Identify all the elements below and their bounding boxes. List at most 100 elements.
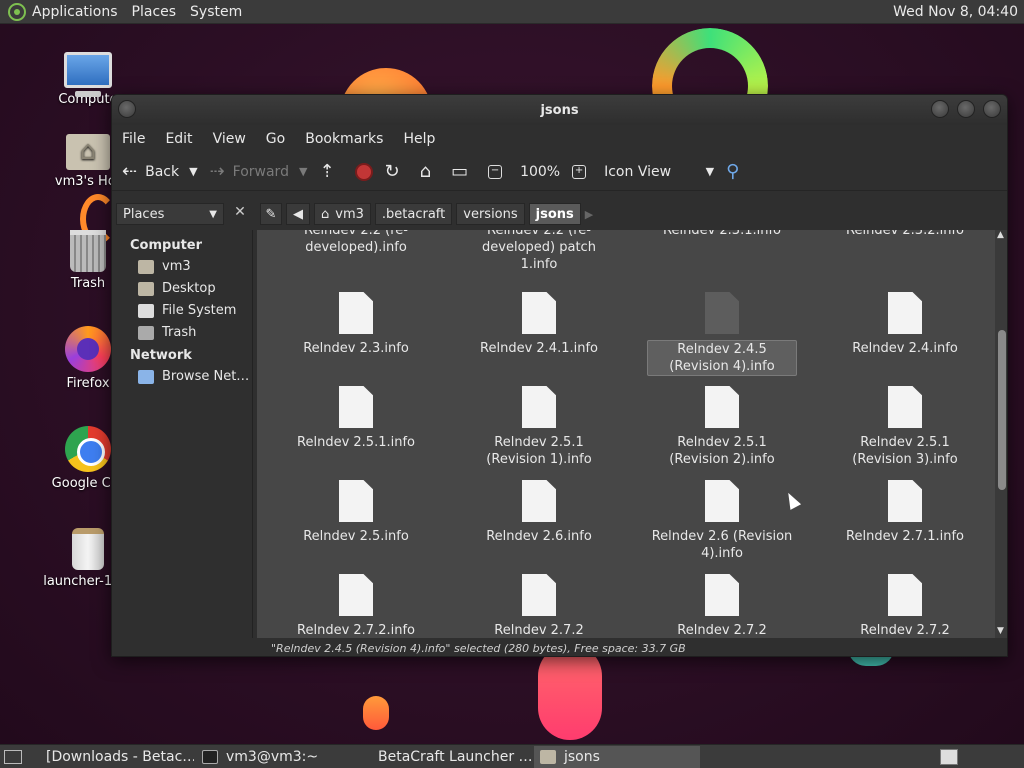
- close-side-pane-icon[interactable]: ✕: [230, 204, 250, 224]
- breadcrumb-vm3[interactable]: ⌂ vm3: [314, 203, 371, 225]
- file-label: Relndev 2.7.2.info: [297, 623, 415, 638]
- sidebar-item-vm3[interactable]: vm3: [112, 256, 252, 278]
- computer-icon: [64, 52, 112, 97]
- sidebar-heading-computer: Computer: [130, 238, 203, 253]
- stop-button[interactable]: [354, 162, 373, 181]
- panel-clock[interactable]: Wed Nov 8, 04:40: [893, 4, 1018, 20]
- file-manager-window: jsons File Edit View Go Bookmarks Help ⇠…: [111, 94, 1008, 657]
- back-history-dropdown-icon[interactable]: ▼: [189, 165, 197, 178]
- toolbar: ⇠ Back ▼ ⇢ Forward ▼ ⇡ ↻ ⌂ ▭ − 100% + Ic…: [112, 153, 1007, 191]
- file-item[interactable]: Relndev 2.2 (re-developed) patch 1.info: [464, 230, 614, 273]
- task-label: BetaCraft Launcher …: [378, 748, 532, 765]
- sidebar-item-desktop[interactable]: Desktop: [112, 278, 252, 300]
- task-terminal[interactable]: vm3@vm3:~: [196, 746, 362, 768]
- minimize-button[interactable]: [931, 100, 949, 118]
- reload-button[interactable]: ↻: [385, 161, 408, 182]
- file-label: Relndev 2.5.1 (Revision 2).info: [669, 435, 775, 467]
- home-button[interactable]: ⌂: [420, 161, 439, 182]
- file-item[interactable]: Relndev 2.7.1.info: [830, 480, 980, 545]
- breadcrumb-betacraft[interactable]: .betacraft: [374, 203, 453, 225]
- sidebar-item-trash[interactable]: Trash: [112, 322, 252, 344]
- zoom-level[interactable]: 100%: [520, 164, 560, 180]
- task-label: [Downloads - Betac…: [46, 748, 194, 765]
- file-icon: [888, 480, 922, 522]
- edit-location-icon[interactable]: ✎: [260, 203, 282, 225]
- menu-system[interactable]: System: [190, 4, 242, 20]
- file-item[interactable]: Relndev 2.3.1.info: [647, 230, 797, 239]
- menu-go[interactable]: Go: [266, 131, 285, 147]
- breadcrumb-forward-arrow-icon[interactable]: ▶: [585, 208, 593, 221]
- file-item[interactable]: Relndev 2.5.1 (Revision 1).info: [464, 386, 614, 468]
- forward-history-dropdown-icon[interactable]: ▼: [299, 165, 307, 178]
- file-item[interactable]: Relndev 2.5.1 (Revision 2).info: [647, 386, 797, 468]
- sidebar-item-filesystem[interactable]: File System: [112, 300, 252, 322]
- forward-button[interactable]: ⇢ Forward ▼: [210, 161, 308, 182]
- menu-bookmarks[interactable]: Bookmarks: [305, 131, 383, 147]
- file-item[interactable]: Relndev 2.3.info: [281, 292, 431, 357]
- scroll-down-icon[interactable]: ▼: [997, 626, 1004, 636]
- file-icon: [522, 386, 556, 428]
- menu-applications[interactable]: Applications: [32, 4, 118, 20]
- window-menu-button[interactable]: [118, 100, 136, 118]
- menu-help[interactable]: Help: [403, 131, 435, 147]
- file-item[interactable]: Relndev 2.2 (re-developed).info: [281, 230, 431, 256]
- scroll-up-icon[interactable]: ▲: [997, 230, 1004, 240]
- scrollbar-thumb[interactable]: [998, 330, 1006, 490]
- menu-edit[interactable]: Edit: [165, 131, 192, 147]
- file-label: Relndev 2.5.info: [303, 529, 409, 544]
- task-jsons[interactable]: jsons: [534, 745, 700, 768]
- chevron-down-icon: ▼: [705, 165, 715, 178]
- close-button[interactable]: [983, 100, 1001, 118]
- file-item[interactable]: Relndev 2.7.2.info: [281, 574, 431, 638]
- file-item[interactable]: Relndev 2.6 (Revision 4).info: [647, 480, 797, 562]
- show-desktop-icon[interactable]: [4, 749, 22, 764]
- file-item[interactable]: Relndev 2.4.1.info: [464, 292, 614, 357]
- file-item[interactable]: Relndev 2.7.2 (Revision: [830, 574, 980, 638]
- file-icon: [522, 480, 556, 522]
- zoom-out-icon: −: [488, 164, 503, 179]
- workspace-switcher[interactable]: [940, 748, 958, 765]
- file-icon: [705, 292, 739, 334]
- zoom-out-button[interactable]: −: [488, 164, 508, 179]
- search-button[interactable]: ⚲: [726, 161, 747, 182]
- view-mode-select[interactable]: Icon View ▼: [604, 164, 714, 180]
- places-sidebar: Computer vm3 Desktop File System Trash N…: [112, 230, 253, 638]
- file-item-selected[interactable]: Relndev 2.4.5 (Revision 4).info: [647, 292, 797, 376]
- vertical-scrollbar[interactable]: ▲ ▼: [995, 230, 1007, 638]
- zoom-in-button[interactable]: +: [572, 164, 592, 179]
- file-icon: [705, 574, 739, 616]
- file-item[interactable]: Relndev 2.7.2 (Revision: [464, 574, 614, 638]
- file-item[interactable]: Relndev 2.5.1.info: [281, 386, 431, 451]
- file-item[interactable]: Relndev 2.4.info: [830, 292, 980, 357]
- distro-logo-icon[interactable]: [8, 2, 26, 21]
- menu-view[interactable]: View: [213, 131, 246, 147]
- breadcrumb-jsons[interactable]: jsons: [528, 203, 581, 225]
- file-item[interactable]: Relndev 2.7.2 (Revision: [647, 574, 797, 638]
- file-item[interactable]: Relndev 2.6.info: [464, 480, 614, 545]
- breadcrumb: ✎ ◀ ⌂ vm3 .betacraft versions jsons ▶: [260, 203, 593, 225]
- window-titlebar[interactable]: jsons: [112, 95, 1007, 125]
- file-icon-grid[interactable]: Relndev 2.2 (re-developed).info Relndev …: [257, 230, 995, 638]
- task-label: jsons: [564, 748, 600, 765]
- computer-button[interactable]: ▭: [451, 161, 476, 182]
- menu-places[interactable]: Places: [132, 4, 177, 20]
- side-pane-select[interactable]: Places ▼: [116, 203, 224, 225]
- jar-icon: [72, 528, 104, 570]
- file-item[interactable]: Relndev 2.3.2.info: [830, 230, 980, 239]
- breadcrumb-back-arrow-icon[interactable]: ◀: [286, 203, 310, 225]
- menu-file[interactable]: File: [122, 131, 145, 147]
- maximize-button[interactable]: [957, 100, 975, 118]
- file-label: Relndev 2.5.1 (Revision 1).info: [486, 435, 592, 467]
- file-item[interactable]: Relndev 2.5.1 (Revision 3).info: [830, 386, 980, 468]
- file-icon: [705, 480, 739, 522]
- breadcrumb-versions[interactable]: versions: [456, 203, 525, 225]
- sidebar-item-browse-network[interactable]: Browse Net…: [112, 366, 252, 388]
- status-text: "Relndev 2.4.5 (Revision 4).info" select…: [271, 641, 686, 655]
- file-item[interactable]: Relndev 2.5.info: [281, 480, 431, 545]
- up-button[interactable]: ⇡: [319, 161, 342, 182]
- task-downloads[interactable]: [Downloads - Betac…: [32, 746, 194, 768]
- task-betacraft[interactable]: BetaCraft Launcher …: [364, 746, 532, 768]
- file-label: Relndev 2.7.2 (Revision: [494, 623, 584, 638]
- file-label: Relndev 2.3.2.info: [846, 230, 964, 238]
- back-button[interactable]: ⇠ Back ▼: [122, 161, 198, 182]
